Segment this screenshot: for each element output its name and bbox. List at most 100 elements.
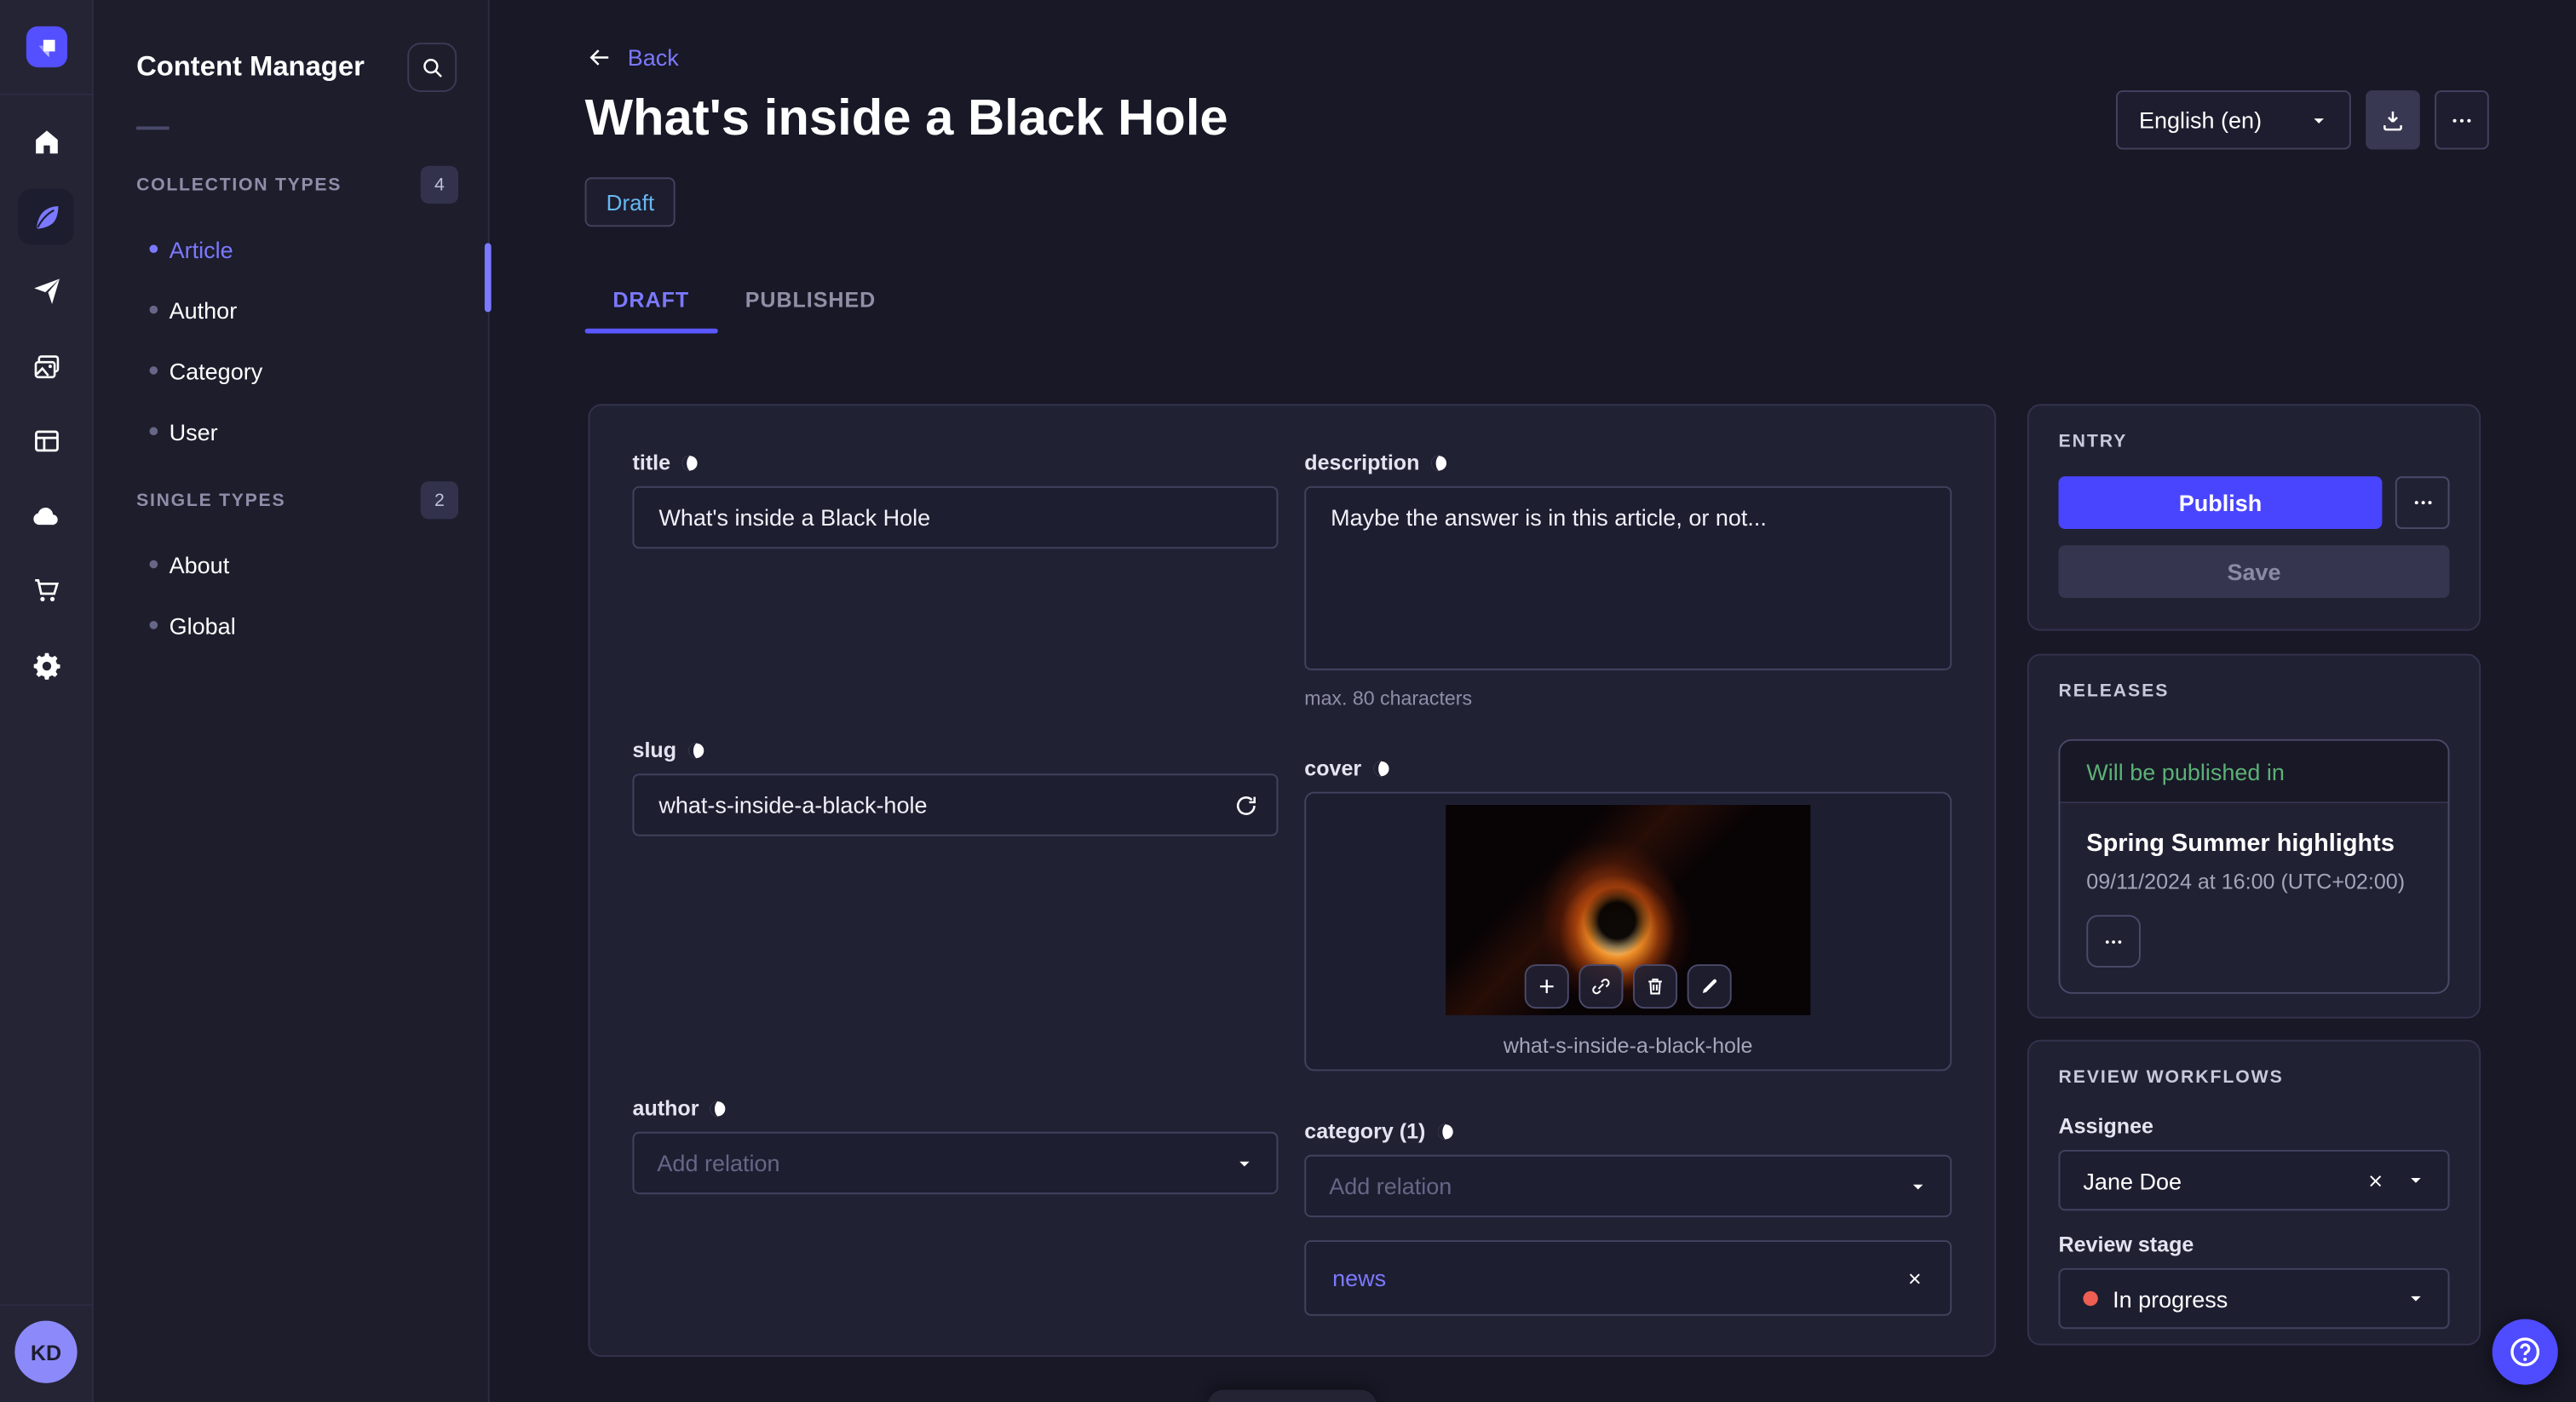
question-circle-icon xyxy=(2507,1334,2543,1370)
header-controls: English (en) xyxy=(2115,90,2489,150)
main-content: Back What's inside a Black Hole Draft En… xyxy=(490,0,2576,1402)
copy-link-button[interactable] xyxy=(1578,964,1624,1009)
title-field: title xyxy=(632,450,1279,549)
publish-button[interactable]: Publish xyxy=(2058,476,2383,529)
version-tabs: DRAFT PUBLISHED xyxy=(584,269,904,334)
release-more-button[interactable] xyxy=(2086,915,2141,968)
tab-published[interactable]: PUBLISHED xyxy=(717,269,904,328)
download-icon xyxy=(2380,107,2405,132)
gear-icon xyxy=(31,650,62,681)
single-types-count-badge: 2 xyxy=(420,481,459,520)
collection-types-section: COLLECTION TYPES 4 Article Author Catego… xyxy=(94,165,488,462)
remove-relation-button[interactable] xyxy=(1906,1269,1923,1287)
save-button[interactable]: Save xyxy=(2058,545,2450,598)
nav-settings-button[interactable] xyxy=(18,637,74,693)
category-relation-select[interactable]: Add relation xyxy=(1304,1154,1952,1218)
single-types-section: SINGLE TYPES 2 About Global xyxy=(94,481,488,655)
sidebar-title: Content Manager xyxy=(136,50,365,83)
release-date: 09/11/2024 at 16:00 (UTC+02:00) xyxy=(2086,869,2406,894)
edit-form-card: title slug xyxy=(588,404,1997,1357)
feather-icon xyxy=(31,201,62,233)
add-media-button[interactable] xyxy=(1524,964,1569,1009)
help-button[interactable] xyxy=(2492,1319,2558,1385)
entry-panel: ENTRY Publish Save xyxy=(2027,404,2481,631)
bullet-icon xyxy=(149,244,158,253)
home-icon xyxy=(31,126,62,158)
chevron-down-icon xyxy=(2310,111,2328,129)
locale-select[interactable]: English (en) xyxy=(2115,90,2351,150)
export-button[interactable] xyxy=(2366,90,2420,150)
chevron-down-icon xyxy=(2406,1171,2424,1189)
release-card: Will be published in Spring Summer highl… xyxy=(2058,738,2450,994)
release-name: Spring Summer highlights xyxy=(2086,829,2395,858)
relation-link-news[interactable]: news xyxy=(1332,1265,1386,1291)
collection-types-label: COLLECTION TYPES xyxy=(136,175,342,195)
entry-sidebar: ENTRY Publish Save RELEASES Will be publ… xyxy=(2027,404,2481,1346)
review-stage-select[interactable]: In progress xyxy=(2058,1267,2450,1330)
sidebar-item-about[interactable]: About xyxy=(94,534,488,595)
search-button[interactable] xyxy=(407,43,457,92)
globe-icon xyxy=(681,452,700,472)
assignee-select[interactable]: Jane Doe xyxy=(2058,1149,2450,1211)
slug-field: slug xyxy=(632,738,1279,836)
sidebar-item-category[interactable]: Category xyxy=(94,340,488,400)
sidebar-scroll-indicator[interactable] xyxy=(484,243,492,313)
nav-content-manager-button[interactable] xyxy=(18,188,74,245)
tab-draft[interactable]: DRAFT xyxy=(584,269,717,334)
globe-icon xyxy=(1371,758,1391,778)
cart-icon xyxy=(31,575,62,606)
stage-status-dot xyxy=(2083,1290,2098,1307)
page-title: What's inside a Black Hole xyxy=(584,89,1228,147)
sidebar-item-user[interactable]: User xyxy=(94,401,488,462)
trash-icon xyxy=(1644,976,1665,997)
edit-media-button[interactable] xyxy=(1687,964,1732,1009)
nav-purchase-button[interactable] xyxy=(18,563,74,619)
ellipsis-icon xyxy=(2103,931,2125,952)
images-icon xyxy=(31,351,62,382)
title-input[interactable] xyxy=(632,486,1279,549)
globe-icon xyxy=(709,1098,728,1118)
globe-icon xyxy=(1435,1121,1455,1141)
description-field: description Maybe the answer is in this … xyxy=(1304,450,1952,710)
description-textarea[interactable]: Maybe the answer is in this article, or … xyxy=(1304,486,1952,670)
nav-rail: KD xyxy=(0,0,94,1402)
bullet-icon xyxy=(149,427,158,436)
releases-panel-title: RELEASES xyxy=(2058,681,2170,702)
bullet-icon xyxy=(149,560,158,569)
user-avatar[interactable]: KD xyxy=(14,1320,78,1383)
slug-input[interactable] xyxy=(632,773,1279,836)
regenerate-slug-button[interactable] xyxy=(1233,773,1258,836)
bullet-icon xyxy=(149,366,158,375)
more-actions-button[interactable] xyxy=(2435,90,2489,150)
nav-home-button[interactable] xyxy=(18,114,74,170)
app: KD Content Manager COLLECTION TYPES 4 Ar… xyxy=(0,0,2576,1402)
cover-field-label: cover xyxy=(1304,756,1362,781)
chevron-down-icon xyxy=(1235,1154,1253,1172)
sidebar-item-author[interactable]: Author xyxy=(94,279,488,340)
strapi-logo[interactable] xyxy=(26,26,68,68)
sidebar-item-global[interactable]: Global xyxy=(94,595,488,655)
nav-deploy-button[interactable] xyxy=(18,488,74,544)
content-manager-sidebar: Content Manager COLLECTION TYPES 4 Artic… xyxy=(93,0,490,1402)
assignee-label: Assignee xyxy=(2058,1113,2153,1139)
nav-releases-button[interactable] xyxy=(18,264,74,320)
nav-layout-button[interactable] xyxy=(18,413,74,469)
plus-icon xyxy=(1536,976,1557,997)
arrow-left-icon xyxy=(586,44,612,71)
back-link[interactable]: Back xyxy=(586,44,679,71)
author-relation-select[interactable]: Add relation xyxy=(632,1131,1279,1195)
releases-panel: RELEASES Will be published in Spring Sum… xyxy=(2027,653,2481,1019)
ellipsis-icon xyxy=(2449,107,2474,132)
delete-media-button[interactable] xyxy=(1632,964,1678,1009)
rail-divider-bottom xyxy=(0,1303,92,1306)
description-field-label: description xyxy=(1304,450,1420,475)
review-panel-title: REVIEW WORKFLOWS xyxy=(2058,1067,2284,1088)
entry-panel-title: ENTRY xyxy=(2058,432,2128,452)
category-field-label: category (1) xyxy=(1304,1118,1426,1144)
entry-more-button[interactable] xyxy=(2395,476,2450,529)
clear-assignee-button[interactable] xyxy=(2366,1170,2385,1190)
nav-media-library-button[interactable] xyxy=(18,338,74,394)
release-status: Will be published in xyxy=(2060,740,2448,804)
status-badge: Draft xyxy=(584,177,676,227)
sidebar-item-article[interactable]: Article xyxy=(94,218,488,279)
